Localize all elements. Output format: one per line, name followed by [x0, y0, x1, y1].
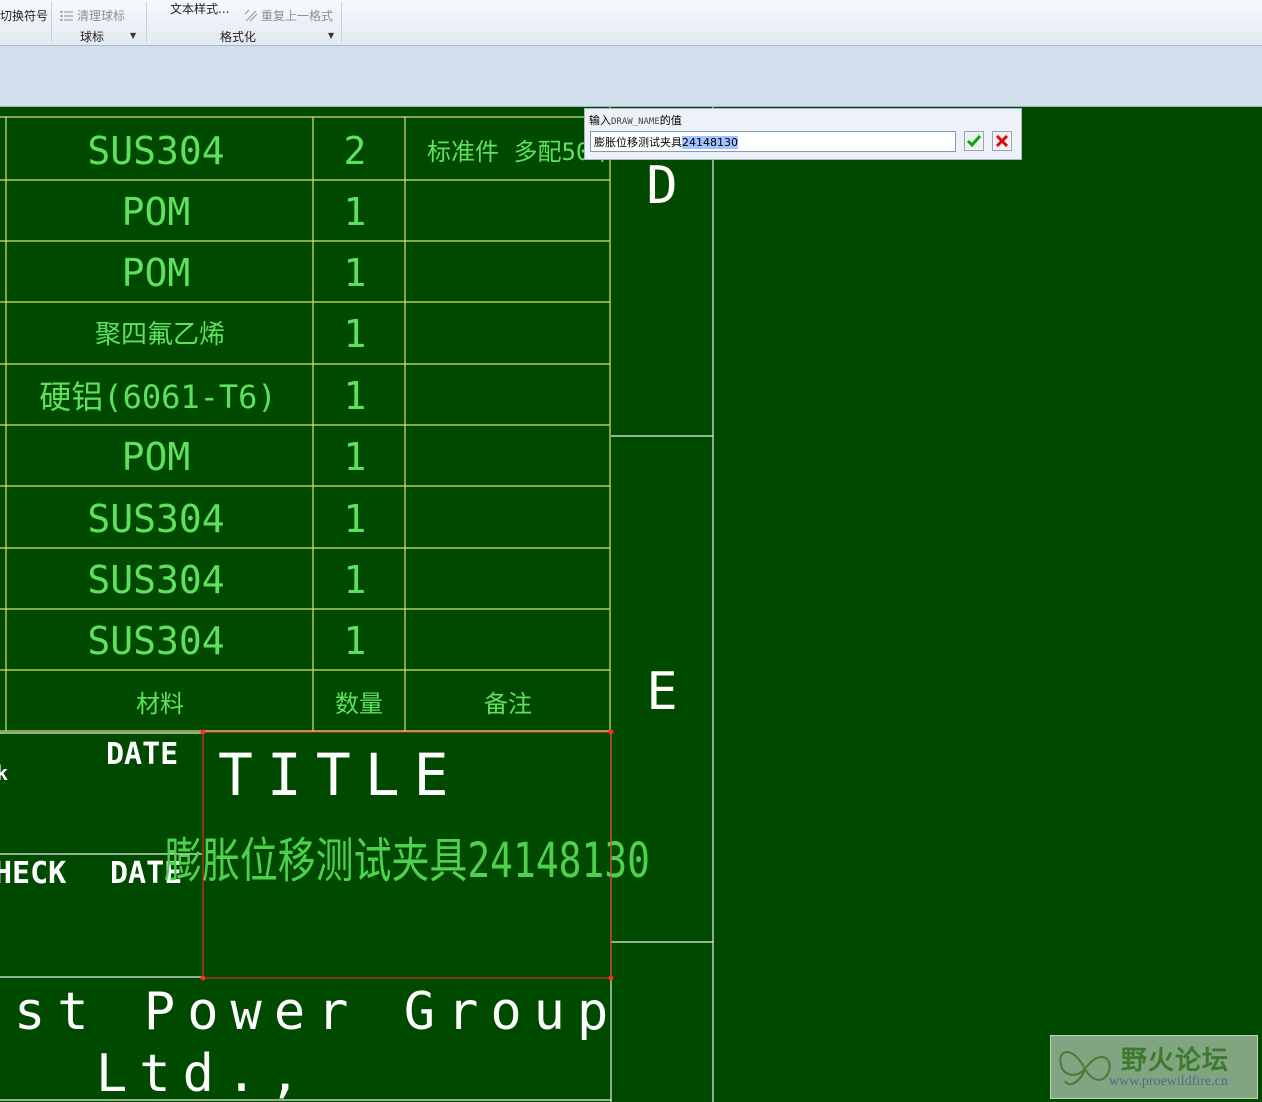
- accept-button[interactable]: [964, 131, 984, 151]
- balloon-list-icon: [60, 10, 73, 22]
- material-cell: SUS304: [87, 558, 224, 602]
- zone-border: [610, 107, 714, 1102]
- zone-labels: D E: [646, 156, 677, 722]
- forum-watermark: 野火论坛 www.proewildfire.cn: [1050, 1035, 1258, 1099]
- date-label: DATE: [106, 737, 178, 772]
- material-cell: 聚四氟乙烯: [95, 320, 225, 350]
- group-format-expand-icon[interactable]: ▼: [328, 31, 334, 40]
- company-name: st Power Group Ltd.,: [14, 982, 620, 1102]
- title-block-text: DATE DATE HECK k: [0, 737, 182, 891]
- company-line-2: Ltd.,: [96, 1044, 313, 1102]
- header-material: 材料: [136, 690, 184, 718]
- cancel-button[interactable]: [992, 131, 1012, 151]
- header-qty: 数量: [335, 690, 383, 718]
- material-cell: SUS304: [87, 619, 224, 663]
- qty-cell: 1: [344, 619, 367, 663]
- ribbon-separator: [51, 2, 52, 42]
- close-icon: [994, 133, 1010, 149]
- partial-label: k: [0, 761, 8, 785]
- drawing-canvas[interactable]: SUS304 2 标准件 多配50个 POM 1 POM 1 聚四氟乙烯 1 硬…: [0, 107, 1262, 1102]
- header-note: 备注: [484, 690, 532, 718]
- repeat-format-label: 重复上一格式: [261, 9, 334, 23]
- switch-symbol-button[interactable]: 切换符号: [0, 7, 48, 24]
- zone-label-e: E: [646, 662, 677, 722]
- qty-cell: 1: [344, 558, 367, 602]
- value-text: 膨胀位移测试夹具: [594, 136, 682, 149]
- title-label: TITLE: [218, 741, 463, 809]
- group-format-label: 格式化: [220, 30, 257, 44]
- qty-cell: 2: [344, 129, 367, 173]
- watermark-url: www.proewildfire.cn: [1109, 1074, 1228, 1089]
- clean-balloon-label: 清理球标: [77, 9, 126, 23]
- graphics-toolbar-strip: [0, 46, 1262, 107]
- ribbon-separator: [146, 2, 147, 42]
- qty-cell: 1: [344, 190, 367, 234]
- butterfly-logo-icon: [1059, 1051, 1111, 1086]
- group-balloon-expand-icon[interactable]: ▼: [130, 31, 136, 40]
- checkmark-icon: [966, 133, 982, 149]
- text-style-button[interactable]: 文本样式...: [170, 0, 229, 17]
- material-cell: 硬铝(6061-T6): [39, 378, 276, 416]
- qty-cell: 1: [344, 312, 367, 356]
- parameter-input-dialog: 输入DRAW_NAME的值 膨胀位移测试夹具24148130: [584, 108, 1022, 160]
- qty-cell: 1: [344, 497, 367, 541]
- prompt-suffix: 的值: [659, 114, 682, 127]
- clean-balloon-button[interactable]: 清理球标: [60, 7, 125, 24]
- prompt-prefix: 输入: [589, 114, 611, 127]
- material-cell: POM: [122, 190, 191, 234]
- zone-label-d: D: [646, 156, 677, 216]
- qty-cell: 1: [344, 374, 367, 418]
- format-brush-icon: [244, 10, 258, 22]
- ribbon-separator: [341, 2, 342, 42]
- repeat-format-button[interactable]: 重复上一格式: [244, 7, 333, 24]
- drawing-title-value[interactable]: 膨胀位移测试夹具24148130: [164, 833, 650, 889]
- group-balloon-label: 球标: [80, 30, 105, 44]
- qty-cell: 1: [344, 251, 367, 295]
- prompt-param-name: DRAW_NAME: [611, 117, 660, 127]
- watermark-title: 野火论坛: [1121, 1046, 1230, 1076]
- company-line-1: st Power Group: [14, 982, 620, 1042]
- check-label: HECK: [0, 856, 66, 891]
- material-cell: SUS304: [87, 497, 224, 541]
- ribbon-toolbar: 切换符号 清理球标 球标 ▼ 文本样式... 重复上一格式 格式化 ▼: [0, 0, 1262, 46]
- bom-rows: SUS304 2 标准件 多配50个 POM 1 POM 1 聚四氟乙烯 1 硬…: [39, 129, 614, 718]
- material-cell: POM: [122, 251, 191, 295]
- material-cell: SUS304: [87, 129, 224, 173]
- qty-cell: 1: [344, 435, 367, 479]
- dialog-prompt: 输入DRAW_NAME的值: [589, 112, 682, 128]
- parameter-value-input[interactable]: 膨胀位移测试夹具24148130: [590, 131, 956, 152]
- value-selected-text: 24148130: [682, 136, 738, 149]
- material-cell: POM: [122, 435, 191, 479]
